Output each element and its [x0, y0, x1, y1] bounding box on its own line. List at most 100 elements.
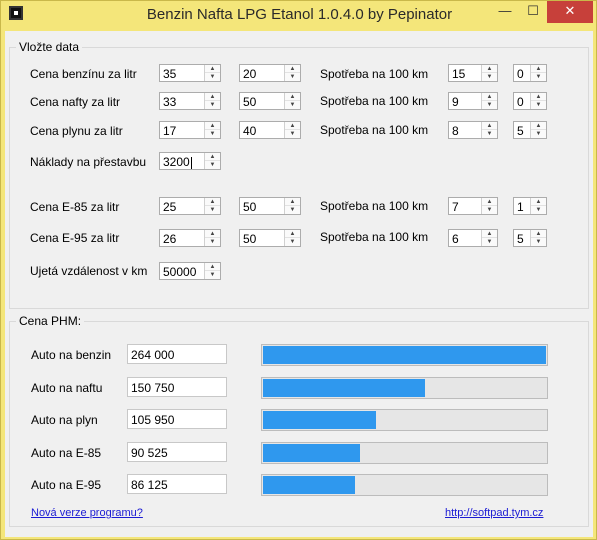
conversion-cost-label: Náklady na přestavbu [30, 155, 147, 169]
down-arrow-icon[interactable]: ▼ [205, 73, 220, 81]
result-value-box[interactable]: 264 000 [127, 344, 227, 364]
new-version-link[interactable]: Nová verze programu? [31, 507, 143, 519]
conversion-cost-spinner[interactable]: 3200 ▲ ▼ [159, 152, 221, 170]
spinner-arrows[interactable]: ▲ ▼ [204, 230, 220, 246]
e95-consumption-decimal-spinner[interactable]: 5 ▲ ▼ [513, 229, 547, 247]
spinner-arrows[interactable]: ▲ ▼ [204, 65, 220, 81]
homepage-link[interactable]: http://softpad.tym.cz [445, 507, 543, 519]
down-arrow-icon[interactable]: ▼ [205, 101, 220, 109]
down-arrow-icon[interactable]: ▼ [531, 101, 546, 109]
down-arrow-icon[interactable]: ▼ [531, 130, 546, 138]
e85-consumption-spinner[interactable]: 7 ▲ ▼ [448, 197, 498, 215]
e85-price-spinner[interactable]: 25 ▲ ▼ [159, 197, 221, 215]
down-arrow-icon[interactable]: ▼ [531, 206, 546, 214]
spinner-arrows[interactable]: ▲ ▼ [204, 93, 220, 109]
spinner-arrows[interactable]: ▲ ▼ [204, 153, 220, 169]
spinner-arrows[interactable]: ▲ ▼ [284, 93, 300, 109]
up-arrow-icon[interactable]: ▲ [531, 122, 546, 130]
close-button[interactable]: ✕ [547, 1, 593, 23]
spinner-arrows[interactable]: ▲ ▼ [284, 198, 300, 214]
down-arrow-icon[interactable]: ▼ [482, 101, 497, 109]
up-arrow-icon[interactable]: ▲ [205, 263, 220, 271]
spinner-arrows[interactable]: ▲ ▼ [204, 263, 220, 279]
distance-spinner[interactable]: 50000 ▲ ▼ [159, 262, 221, 280]
down-arrow-icon[interactable]: ▼ [285, 130, 300, 138]
e85-consumption-decimal-spinner[interactable]: 1 ▲ ▼ [513, 197, 547, 215]
up-arrow-icon[interactable]: ▲ [531, 198, 546, 206]
down-arrow-icon[interactable]: ▼ [205, 238, 220, 246]
up-arrow-icon[interactable]: ▲ [205, 198, 220, 206]
result-value-box[interactable]: 90 525 [127, 441, 227, 462]
down-arrow-icon[interactable]: ▼ [205, 206, 220, 214]
maximize-button[interactable]: ☐ [519, 1, 547, 23]
petrol-consumption-decimal-spinner[interactable]: 0 ▲ ▼ [513, 64, 547, 82]
down-arrow-icon[interactable]: ▼ [285, 238, 300, 246]
up-arrow-icon[interactable]: ▲ [482, 122, 497, 130]
spinner-arrows[interactable]: ▲ ▼ [530, 230, 546, 246]
spinner-arrows[interactable]: ▲ ▼ [481, 198, 497, 214]
down-arrow-icon[interactable]: ▼ [482, 206, 497, 214]
spinner-arrows[interactable]: ▲ ▼ [481, 65, 497, 81]
up-arrow-icon[interactable]: ▲ [205, 65, 220, 73]
lpg-consumption-spinner[interactable]: 8 ▲ ▼ [448, 121, 498, 139]
up-arrow-icon[interactable]: ▲ [285, 230, 300, 238]
spinner-arrows[interactable]: ▲ ▼ [530, 122, 546, 138]
down-arrow-icon[interactable]: ▼ [285, 101, 300, 109]
up-arrow-icon[interactable]: ▲ [285, 198, 300, 206]
lpg-price-spinner[interactable]: 17 ▲ ▼ [159, 121, 221, 139]
e95-price-spinner[interactable]: 26 ▲ ▼ [159, 229, 221, 247]
spinner-arrows[interactable]: ▲ ▼ [204, 122, 220, 138]
spinner-arrows[interactable]: ▲ ▼ [481, 122, 497, 138]
result-value-box[interactable]: 105 950 [127, 409, 227, 429]
spinner-arrows[interactable]: ▲ ▼ [481, 93, 497, 109]
up-arrow-icon[interactable]: ▲ [531, 93, 546, 101]
e95-extra-spinner[interactable]: 50 ▲ ▼ [239, 229, 301, 247]
spinner-arrows[interactable]: ▲ ▼ [204, 198, 220, 214]
up-arrow-icon[interactable]: ▲ [482, 93, 497, 101]
petrol-consumption-spinner[interactable]: 15 ▲ ▼ [448, 64, 498, 82]
spinner-arrows[interactable]: ▲ ▼ [284, 122, 300, 138]
result-value-box[interactable]: 150 750 [127, 376, 227, 397]
minimize-button[interactable]: — [491, 1, 519, 23]
down-arrow-icon[interactable]: ▼ [205, 271, 220, 279]
down-arrow-icon[interactable]: ▼ [205, 130, 220, 138]
up-arrow-icon[interactable]: ▲ [482, 198, 497, 206]
up-arrow-icon[interactable]: ▲ [531, 65, 546, 73]
down-arrow-icon[interactable]: ▼ [531, 238, 546, 246]
up-arrow-icon[interactable]: ▲ [205, 93, 220, 101]
down-arrow-icon[interactable]: ▼ [482, 73, 497, 81]
up-arrow-icon[interactable]: ▲ [482, 230, 497, 238]
spinner-arrows[interactable]: ▲ ▼ [530, 198, 546, 214]
up-arrow-icon[interactable]: ▲ [531, 230, 546, 238]
e95-consumption-spinner[interactable]: 6 ▲ ▼ [448, 229, 498, 247]
lpg-consumption-decimal-spinner[interactable]: 5 ▲ ▼ [513, 121, 547, 139]
spinner-arrows[interactable]: ▲ ▼ [530, 65, 546, 81]
up-arrow-icon[interactable]: ▲ [205, 230, 220, 238]
spinner-arrows[interactable]: ▲ ▼ [530, 93, 546, 109]
down-arrow-icon[interactable]: ▼ [482, 238, 497, 246]
down-arrow-icon[interactable]: ▼ [482, 130, 497, 138]
petrol-extra-spinner[interactable]: 20 ▲ ▼ [239, 64, 301, 82]
result-value-box[interactable]: 86 125 [127, 474, 227, 494]
down-arrow-icon[interactable]: ▼ [205, 161, 220, 169]
lpg-extra-spinner[interactable]: 40 ▲ ▼ [239, 121, 301, 139]
up-arrow-icon[interactable]: ▲ [205, 122, 220, 130]
down-arrow-icon[interactable]: ▼ [531, 73, 546, 81]
spinner-arrows[interactable]: ▲ ▼ [481, 230, 497, 246]
diesel-consumption-spinner[interactable]: 9 ▲ ▼ [448, 92, 498, 110]
up-arrow-icon[interactable]: ▲ [285, 65, 300, 73]
e85-extra-spinner[interactable]: 50 ▲ ▼ [239, 197, 301, 215]
down-arrow-icon[interactable]: ▼ [285, 206, 300, 214]
petrol-price-spinner[interactable]: 35 ▲ ▼ [159, 64, 221, 82]
up-arrow-icon[interactable]: ▲ [482, 65, 497, 73]
spinner-arrows[interactable]: ▲ ▼ [284, 65, 300, 81]
diesel-consumption-decimal-spinner[interactable]: 0 ▲ ▼ [513, 92, 547, 110]
up-arrow-icon[interactable]: ▲ [285, 122, 300, 130]
down-arrow-icon[interactable]: ▼ [285, 73, 300, 81]
spinner-arrows[interactable]: ▲ ▼ [284, 230, 300, 246]
diesel-price-spinner[interactable]: 33 ▲ ▼ [159, 92, 221, 110]
up-arrow-icon[interactable]: ▲ [285, 93, 300, 101]
diesel-extra-spinner[interactable]: 50 ▲ ▼ [239, 92, 301, 110]
title-bar[interactable]: Benzin Nafta LPG Etanol 1.0.4.0 by Pepin… [1, 1, 597, 31]
up-arrow-icon[interactable]: ▲ [205, 153, 220, 161]
